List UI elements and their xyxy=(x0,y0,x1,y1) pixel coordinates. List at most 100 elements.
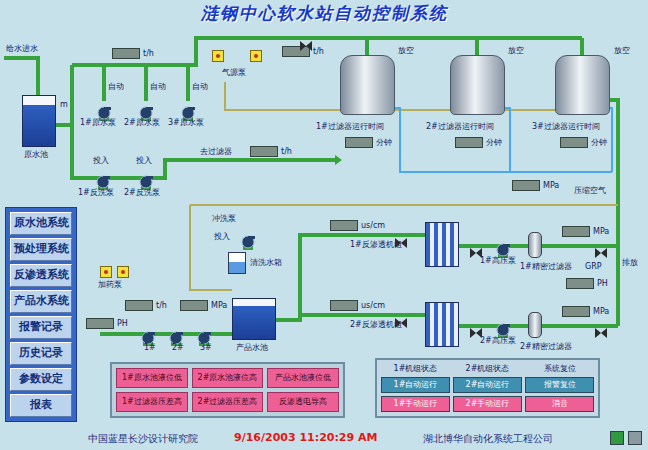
diagram-label: 3#过滤器运行时间 xyxy=(532,122,600,132)
control-panel: 1#机组状态2#机组状态系统复位1#自动运行2#自动运行报警复位1#手动运行2#… xyxy=(375,358,600,418)
alarm-button[interactable]: 1#过滤器压差高 xyxy=(116,392,188,412)
readout-unit: t/h xyxy=(313,46,324,57)
readout-unit: MPa xyxy=(593,226,609,237)
diagram-label: 加药泵 xyxy=(98,280,122,290)
footer-left: 中国蓝星长沙设计研究院 xyxy=(88,431,198,446)
readout-unit: MPa xyxy=(543,180,559,191)
readout: MPa xyxy=(512,180,559,191)
control-button-label: 2#手动运行 xyxy=(466,399,510,409)
hmi-layout: 涟钢中心软水站自动控制系统原水池系统预处理系统反渗透系统产品水系统报警记录历史记… xyxy=(0,0,648,450)
diagram-label: 排放 xyxy=(622,258,638,268)
alarm-button[interactable]: 2#过滤器压差高 xyxy=(192,392,264,412)
readout: 分钟 xyxy=(345,137,392,148)
readout: 分钟 xyxy=(455,137,502,148)
sidebar-item[interactable]: 报表 xyxy=(10,394,72,417)
indicator-lamp[interactable] xyxy=(100,266,112,278)
readout-box xyxy=(112,48,140,59)
control-button-label: 1#手动运行 xyxy=(394,399,438,409)
diagram-label: 2# xyxy=(172,343,184,353)
valve-icon[interactable] xyxy=(395,230,407,254)
diagram-label: 放空 xyxy=(614,46,630,56)
diagram-label: 1#反渗透机组 xyxy=(350,240,402,250)
readout-unit: 分钟 xyxy=(376,137,392,148)
readout-box xyxy=(562,226,590,237)
diagram-label: 投入 xyxy=(93,156,109,166)
diagram-label: 自动 xyxy=(108,82,124,92)
window-title: 涟钢中心软水站自动控制系统 xyxy=(0,0,648,26)
footer-icons xyxy=(610,431,642,445)
alarm-button[interactable]: 反渗透电导高 xyxy=(267,392,339,412)
control-button[interactable]: 2#手动运行 xyxy=(453,396,522,412)
diagram-label: 2#过滤器运行时间 xyxy=(426,122,494,132)
readout-unit: us/cm xyxy=(361,300,385,311)
valve-icon[interactable] xyxy=(595,240,607,264)
valve-icon[interactable] xyxy=(470,320,482,344)
diagram-label: 原水池 xyxy=(24,150,48,160)
readout-unit: PH xyxy=(597,278,608,289)
footer-right: 湖北博华自动化系统工程公司 xyxy=(423,431,553,446)
readout-unit: us/cm xyxy=(361,220,385,231)
readout-unit: t/h xyxy=(156,300,167,311)
alarm-button[interactable]: 2#原水池液位高 xyxy=(192,368,264,388)
lamp-dot xyxy=(254,54,258,58)
alarm-button[interactable]: 产品水池液位低 xyxy=(267,368,339,388)
pump-icon[interactable] xyxy=(240,230,256,254)
control-header: 系统复位 xyxy=(525,364,594,374)
control-button[interactable]: 2#自动运行 xyxy=(453,377,522,393)
diagram-label: 清洗水箱 xyxy=(250,258,282,268)
readout-box xyxy=(560,137,588,148)
sidebar-item[interactable]: 反渗透系统 xyxy=(10,264,72,287)
readout-box xyxy=(566,278,594,289)
valve-icon[interactable] xyxy=(595,320,607,344)
readout-unit: MPa xyxy=(211,300,227,311)
sidebar-item[interactable]: 预处理系统 xyxy=(10,238,72,261)
diagram-label: 1#高压泵 xyxy=(480,256,516,266)
valve-icon[interactable] xyxy=(300,33,312,57)
readout: 分钟 xyxy=(560,137,607,148)
cleaning-tank xyxy=(228,252,246,274)
readout: us/cm xyxy=(330,300,385,311)
valve-icon[interactable] xyxy=(470,240,482,264)
control-button-label: 报警复位 xyxy=(544,380,576,390)
control-button[interactable]: 1#手动运行 xyxy=(381,396,450,412)
footer: 中国蓝星长沙设计研究院9/16/2003 11:20:29 AM湖北博华自动化系… xyxy=(0,426,648,450)
gray-square-icon[interactable] xyxy=(628,431,642,445)
sidebar-item[interactable]: 历史记录 xyxy=(10,342,72,365)
control-header: 1#机组状态 xyxy=(381,364,450,374)
sidebar-item[interactable]: 产品水系统 xyxy=(10,290,72,313)
valve-icon[interactable] xyxy=(395,310,407,334)
readout-box xyxy=(562,306,590,317)
readout: MPa xyxy=(180,300,227,311)
indicator-lamp[interactable] xyxy=(250,50,262,62)
sidebar-item[interactable]: 原水池系统 xyxy=(10,212,72,235)
panel-row: 1#原水池液位低2#原水池液位高产品水池液位低 1#过滤器压差高2#过滤器压差高反… xyxy=(77,358,648,418)
alarm-panel: 1#原水池液位低2#原水池液位高产品水池液位低 1#过滤器压差高2#过滤器压差高反… xyxy=(110,362,345,418)
diagram-label: 放空 xyxy=(398,46,414,56)
diagram-label: 1# xyxy=(144,343,156,353)
control-button[interactable]: 1#自动运行 xyxy=(381,377,450,393)
indicator-lamp[interactable] xyxy=(212,50,224,62)
sidebar-item[interactable]: 参数设定 xyxy=(10,368,72,391)
diagram-label: 压缩空气 xyxy=(574,186,606,196)
sidebar: 原水池系统预处理系统反渗透系统产品水系统报警记录历史记录参数设定报表 xyxy=(5,207,77,422)
readout-box xyxy=(125,300,153,311)
diagram-label: 2#精密过滤器 xyxy=(520,342,572,352)
diagram-label: 2#反渗透机组 xyxy=(350,320,402,330)
green-square-icon[interactable] xyxy=(610,431,624,445)
readout-box xyxy=(512,180,540,191)
control-button[interactable]: 消音 xyxy=(525,396,594,412)
diagram-label: 给水进水 xyxy=(6,44,38,54)
diagram-label: 2#反洗泵 xyxy=(124,188,160,198)
diagram-label: 气源泵 xyxy=(222,68,246,78)
control-button[interactable]: 报警复位 xyxy=(525,377,594,393)
sidebar-item[interactable]: 报警记录 xyxy=(10,316,72,339)
filter-vessel xyxy=(555,55,610,115)
cartridge-filter xyxy=(528,312,542,338)
water-tank xyxy=(232,298,276,340)
indicator-lamp[interactable] xyxy=(117,266,129,278)
alarm-button[interactable]: 1#原水池液位低 xyxy=(116,368,188,388)
readout: t/h xyxy=(125,300,167,311)
readout: MPa xyxy=(562,226,609,237)
diagram-label: 1#过滤器运行时间 xyxy=(316,122,384,132)
diagram-label: 去过滤器 xyxy=(200,147,232,157)
